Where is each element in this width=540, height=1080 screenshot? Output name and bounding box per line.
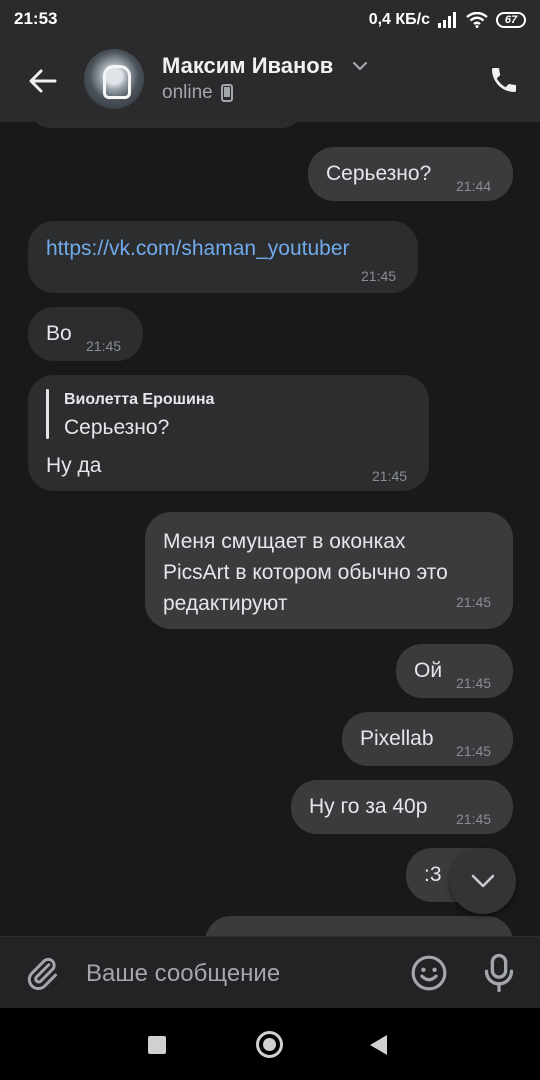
reply-text: Серьезно? — [64, 416, 170, 439]
message-time: 21:45 — [456, 675, 492, 691]
smile-icon[interactable] — [410, 954, 448, 992]
status-time: 21:53 — [14, 9, 58, 28]
message-time: 21:45 — [86, 338, 122, 354]
status-bar: 21:53 0,4 КБ/с 67 — [0, 0, 540, 40]
scroll-to-bottom-button[interactable] — [450, 848, 516, 914]
message-text: Ой — [414, 659, 443, 682]
message-text: Ну го за 40р — [309, 795, 428, 818]
home-button[interactable] — [256, 1031, 283, 1058]
network-speed: 0,4 КБ/с — [368, 11, 430, 28]
system-back-button[interactable] — [370, 1035, 387, 1055]
message-time: 21:45 — [456, 743, 492, 759]
mobile-device-icon — [220, 84, 233, 102]
message-input[interactable] — [86, 959, 386, 989]
arrow-left-icon — [29, 69, 57, 93]
message-text: Во — [46, 322, 72, 345]
message-time: 21:45 — [456, 594, 492, 610]
message-link[interactable]: https://vk.com/shaman_youtuber — [46, 237, 350, 261]
message-bubble-outgoing[interactable]: Меня смущает в оконках PicsArt в котором… — [145, 512, 513, 629]
message-line: редактируют — [163, 592, 288, 615]
message-line: PicsArt в котором обычно это — [163, 561, 448, 584]
reply-author[interactable]: Виолетта Ерошина — [64, 391, 214, 409]
reply-quote-bar — [46, 389, 49, 439]
phone-icon[interactable] — [488, 64, 520, 96]
message-bubble-incoming[interactable]: Во 21:45 — [28, 307, 143, 361]
system-navigation-bar — [0, 1008, 540, 1080]
paperclip-icon[interactable] — [24, 955, 60, 991]
avatar[interactable] — [84, 49, 144, 109]
recent-apps-button[interactable] — [148, 1036, 166, 1054]
message-text: Меня смущает в оконках PicsArt в котором… — [163, 526, 448, 619]
wifi-icon — [466, 12, 488, 28]
message-bubble-outgoing[interactable]: Серьезно? 21:44 — [308, 147, 513, 201]
message-bubble-reply[interactable]: Виолетта Ерошина Серьезно? Ну да 21:45 — [28, 375, 429, 491]
status-indicators: 0,4 КБ/с 67 — [369, 9, 526, 31]
message-bubble-outgoing[interactable]: Pixellab 21:45 — [342, 712, 513, 766]
back-button[interactable] — [22, 62, 64, 100]
cellular-signal-icon — [438, 12, 456, 28]
chevron-down-icon[interactable] — [352, 60, 368, 72]
message-text: Ну да — [46, 454, 102, 477]
message-time: 21:45 — [361, 268, 397, 284]
chevron-down-icon — [471, 874, 495, 888]
message-text: Pixellab — [360, 727, 434, 750]
message-bubble-partial[interactable] — [28, 122, 304, 128]
message-bubble-partial[interactable] — [205, 916, 513, 936]
chat-header: Максим Иванов online — [0, 40, 540, 122]
message-time: 21:44 — [456, 178, 492, 194]
contact-status: online — [162, 82, 233, 104]
message-list[interactable]: Серьезно? 21:44 https://vk.com/shaman_yo… — [0, 122, 540, 936]
message-bubble-outgoing[interactable]: Ну го за 40р 21:45 — [291, 780, 513, 834]
message-text: Серьезно? — [326, 162, 432, 185]
message-bubble-outgoing[interactable]: Ой 21:45 — [396, 644, 513, 698]
message-text: :3 — [424, 863, 442, 886]
message-time: 21:45 — [372, 468, 408, 484]
message-bubble-incoming[interactable]: https://vk.com/shaman_youtuber 21:45 — [28, 221, 418, 293]
message-composer — [0, 936, 540, 1008]
message-time: 21:45 — [456, 811, 492, 827]
contact-name[interactable]: Максим Иванов — [162, 53, 333, 79]
online-status-text: online — [162, 82, 213, 103]
message-line: Меня смущает в оконках — [163, 530, 406, 553]
microphone-icon[interactable] — [482, 953, 516, 993]
battery-icon: 67 — [496, 12, 526, 28]
